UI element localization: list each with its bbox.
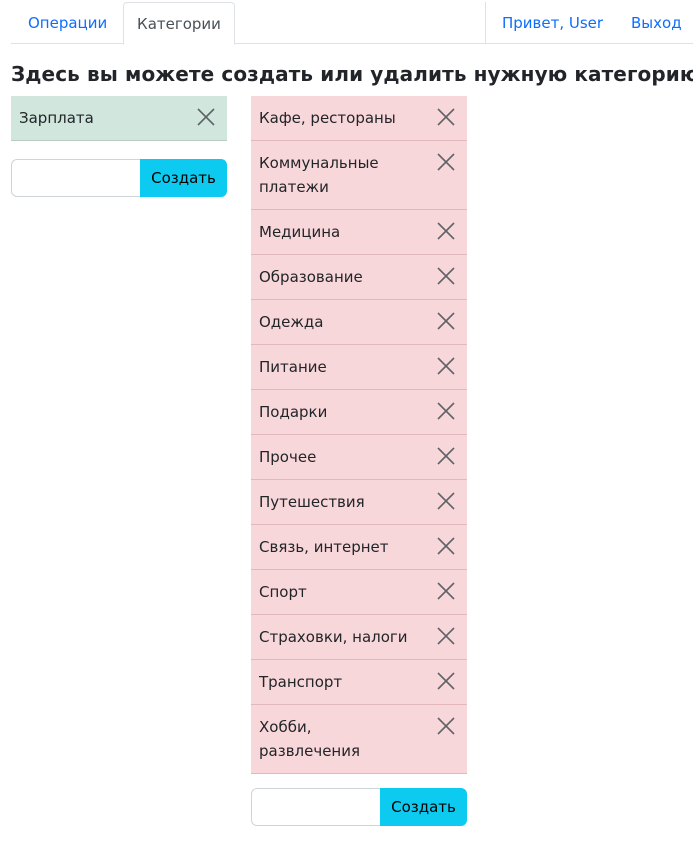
- top-nav: Операции Категории Привет, User Выход: [11, 2, 693, 45]
- category-label: Транспорт: [259, 673, 343, 691]
- user-greeting-link[interactable]: Привет, User: [502, 2, 603, 44]
- income-category-input[interactable]: [11, 159, 141, 197]
- income-create-form: Создать: [11, 159, 227, 197]
- close-icon[interactable]: [437, 582, 455, 600]
- tab-operations[interactable]: Операции: [28, 2, 107, 44]
- category-item: Питание: [251, 345, 467, 390]
- category-label: Зарплата: [19, 109, 94, 127]
- tab-categories[interactable]: Категории: [123, 2, 235, 45]
- close-icon[interactable]: [437, 672, 455, 690]
- category-label: Медицина: [259, 223, 341, 241]
- close-icon[interactable]: [437, 153, 455, 171]
- logout-link[interactable]: Выход: [631, 2, 682, 44]
- category-item: Транспорт: [251, 660, 467, 705]
- category-item: Зарплата: [11, 96, 227, 141]
- nav-divider: [485, 2, 486, 44]
- close-icon[interactable]: [437, 627, 455, 645]
- category-item: Путешествия: [251, 480, 467, 525]
- category-item: Кафе, рестораны: [251, 96, 467, 141]
- close-icon[interactable]: [437, 357, 455, 375]
- expense-create-form: Создать: [251, 788, 467, 826]
- close-icon[interactable]: [197, 108, 215, 126]
- close-icon[interactable]: [437, 402, 455, 420]
- category-label: Питание: [259, 358, 327, 376]
- close-icon[interactable]: [437, 267, 455, 285]
- category-item: Прочее: [251, 435, 467, 480]
- category-label: Связь, интернет: [259, 538, 389, 556]
- category-item: Образование: [251, 255, 467, 300]
- category-item: Одежда: [251, 300, 467, 345]
- income-category-list: Зарплата: [11, 96, 227, 141]
- category-label: Коммунальные платежи: [259, 154, 379, 196]
- category-item: Связь, интернет: [251, 525, 467, 570]
- page-title: Здесь вы можете создать или удалить нужн…: [11, 62, 693, 86]
- category-label: Прочее: [259, 448, 317, 466]
- income-create-button[interactable]: Создать: [140, 159, 227, 197]
- category-label: Одежда: [259, 313, 324, 331]
- expense-category-list: Кафе, рестораны Коммунальные платежи Медиц…: [251, 96, 467, 774]
- category-label: Путешествия: [259, 493, 365, 511]
- category-label: Спорт: [259, 583, 307, 601]
- expense-category-input[interactable]: [251, 788, 381, 826]
- category-item: Медицина: [251, 210, 467, 255]
- category-label: Страховки, налоги: [259, 628, 408, 646]
- close-icon[interactable]: [437, 492, 455, 510]
- close-icon[interactable]: [437, 222, 455, 240]
- category-item: Спорт: [251, 570, 467, 615]
- close-icon[interactable]: [437, 447, 455, 465]
- close-icon[interactable]: [437, 717, 455, 735]
- close-icon[interactable]: [437, 537, 455, 555]
- expense-create-button[interactable]: Создать: [380, 788, 467, 826]
- category-label: Подарки: [259, 403, 328, 421]
- category-item: Страховки, налоги: [251, 615, 467, 660]
- category-item: Хобби, развлечения: [251, 705, 467, 774]
- category-item: Коммунальные платежи: [251, 141, 467, 210]
- category-label: Образование: [259, 268, 363, 286]
- close-icon[interactable]: [437, 108, 455, 126]
- category-label: Хобби, развлечения: [259, 718, 361, 760]
- category-label: Кафе, рестораны: [259, 109, 396, 127]
- category-item: Подарки: [251, 390, 467, 435]
- close-icon[interactable]: [437, 312, 455, 330]
